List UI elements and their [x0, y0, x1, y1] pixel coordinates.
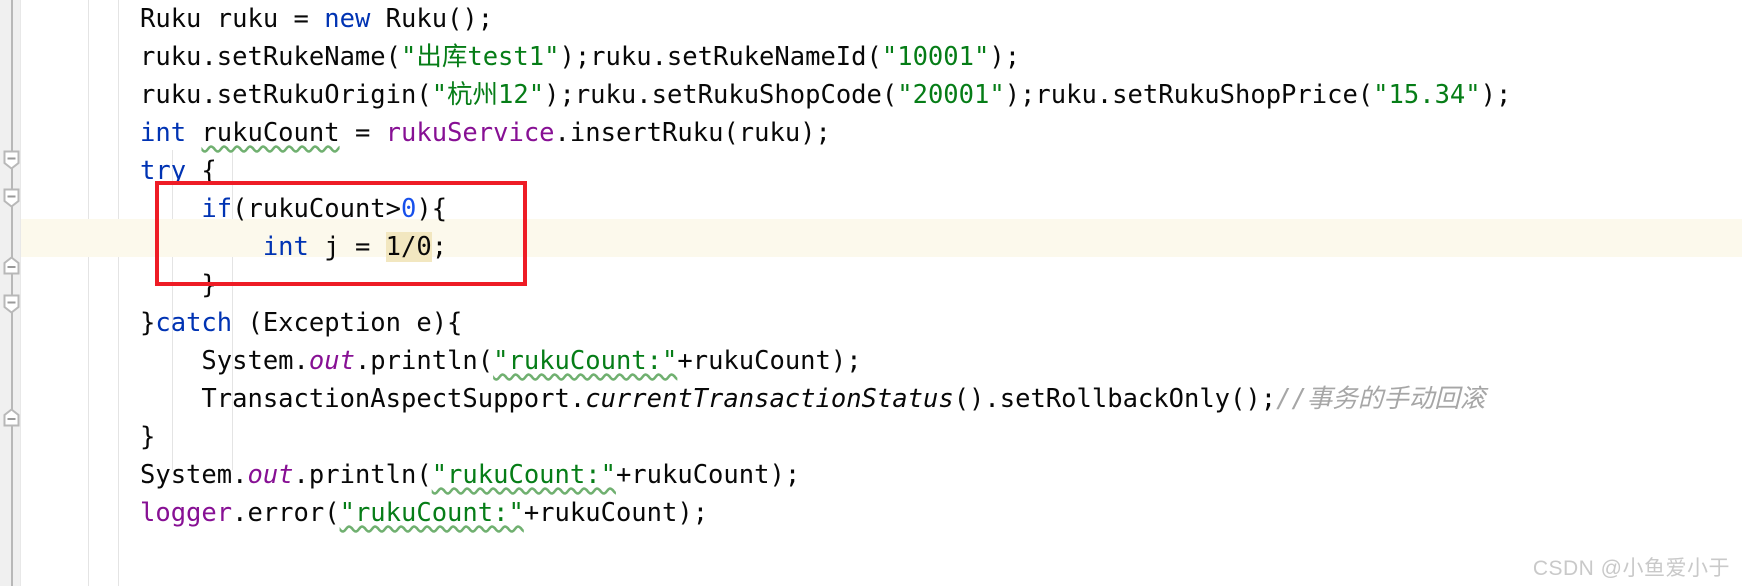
token: ruku.setRukuOrigin(	[140, 80, 432, 110]
token: "20001"	[897, 80, 1005, 110]
token: =	[339, 118, 386, 148]
token: new	[324, 4, 371, 34]
line-rollback[interactable]: TransactionAspectSupport.currentTransact…	[0, 380, 1742, 418]
token: try	[140, 156, 187, 186]
token: "rukuCount:"	[339, 498, 524, 528]
token: "出库test1"	[401, 42, 560, 72]
token: );ruku.setRukuShopPrice(	[1004, 80, 1374, 110]
collapse-fold-icon[interactable]	[3, 188, 20, 208]
line-insert-ruku[interactable]: int rukuCount = rukuService.insertRuku(r…	[0, 114, 1742, 152]
csdn-watermark: CSDN @小鱼爱小于	[1532, 557, 1730, 580]
token: 0	[401, 194, 417, 224]
token: //事务的手动回滚	[1276, 384, 1486, 414]
token: int	[262, 232, 309, 262]
token: if	[201, 194, 233, 224]
token: Ruku();	[370, 4, 494, 34]
token: System.	[140, 346, 309, 376]
token: }	[140, 308, 156, 338]
token: ){	[416, 194, 448, 224]
token: +rukuCount);	[615, 460, 801, 490]
line-if-ruku-count[interactable]: if(rukuCount>0){	[0, 190, 1742, 228]
token: catch	[155, 308, 233, 338]
token: {	[186, 156, 217, 186]
token: rukuService	[385, 118, 555, 148]
line-set-ruke-name[interactable]: ruku.setRukeName("出库test1");ruku.setRuke…	[0, 38, 1742, 76]
token: (Exception e){	[232, 308, 463, 338]
line-close-catch[interactable]: }	[0, 418, 1742, 456]
token: out	[247, 460, 294, 490]
line-logger-error[interactable]: logger.error("rukuCount:"+rukuCount);	[0, 494, 1742, 532]
token: int	[140, 118, 187, 148]
token: );	[1480, 80, 1512, 110]
token: ;	[431, 232, 448, 262]
code-fold-rail	[11, 0, 13, 586]
expand-fold-icon[interactable]	[3, 408, 20, 428]
token: }	[140, 422, 156, 452]
token: TransactionAspectSupport.	[140, 384, 586, 414]
line-println-catch[interactable]: System.out.println("rukuCount:"+rukuCoun…	[0, 342, 1742, 380]
token: j =	[308, 232, 386, 262]
token: +rukuCount);	[677, 346, 862, 376]
token: +rukuCount);	[523, 498, 709, 528]
token: ().setRollbackOnly();	[953, 384, 1277, 414]
token: );ruku.setRukeNameId(	[559, 42, 882, 72]
token: "15.34"	[1373, 80, 1481, 110]
collapse-fold-icon[interactable]	[3, 150, 20, 170]
token: ruku.setRukeName(	[140, 42, 401, 72]
token: .insertRuku(ruku);	[554, 118, 831, 148]
token: rukuCount	[201, 118, 340, 148]
token: }	[140, 270, 217, 300]
line-set-ruku-origin[interactable]: ruku.setRukuOrigin("杭州12");ruku.setRukuS…	[0, 76, 1742, 114]
token: );ruku.setRukuShopCode(	[544, 80, 898, 110]
line-ruku-new[interactable]: Ruku ruku = new Ruku();	[0, 0, 1742, 38]
line-println-after[interactable]: System.out.println("rukuCount:"+rukuCoun…	[0, 456, 1742, 494]
line-try[interactable]: try {	[0, 152, 1742, 190]
token: (rukuCount>	[232, 194, 402, 224]
collapse-fold-icon[interactable]	[3, 294, 20, 314]
token: System.	[140, 460, 248, 490]
token: .error(	[232, 498, 340, 528]
expand-fold-icon[interactable]	[3, 256, 20, 276]
token: currentTransactionStatus	[585, 384, 954, 414]
code-editor[interactable]: Ruku ruku = new Ruku(); ruku.setRukeName(…	[0, 0, 1742, 586]
token: "rukuCount:"	[431, 460, 616, 490]
token: "rukuCount:"	[493, 346, 678, 376]
line-int-j[interactable]: int j = 1/0;	[0, 228, 1742, 266]
token: );	[989, 42, 1021, 72]
token: out	[308, 346, 355, 376]
token: .println(	[354, 346, 494, 376]
token: "杭州12"	[431, 80, 545, 110]
line-catch[interactable]: }catch (Exception e){	[0, 304, 1742, 342]
token: logger	[140, 498, 233, 528]
token: "10001"	[881, 42, 990, 72]
token: 1/0	[385, 232, 432, 262]
token: .println(	[293, 460, 432, 490]
token: Ruku ruku =	[140, 4, 325, 34]
line-close-if[interactable]: }	[0, 266, 1742, 304]
